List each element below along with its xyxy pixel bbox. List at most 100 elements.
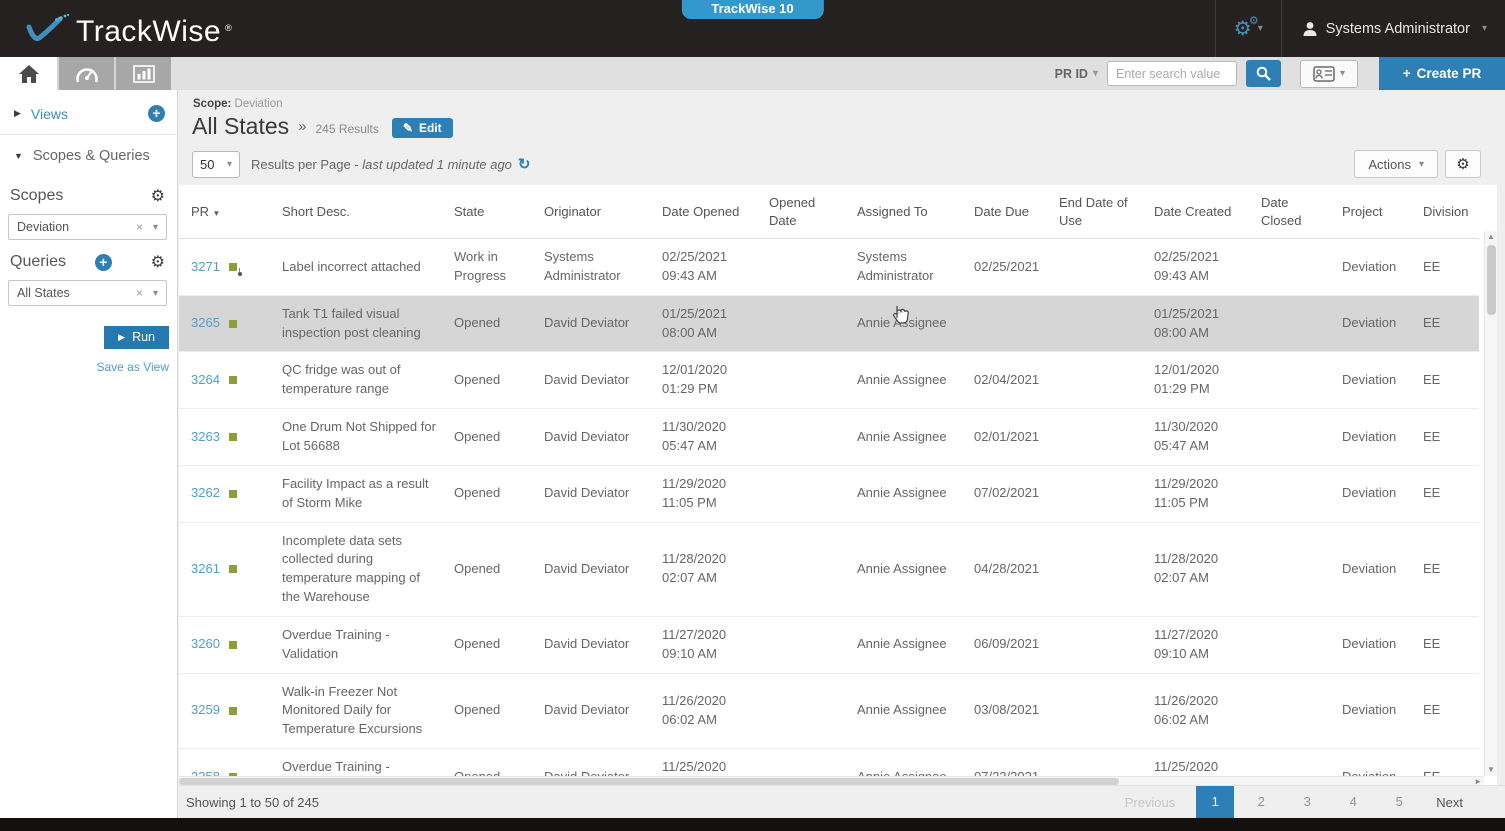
- add-view-button[interactable]: +: [148, 105, 165, 122]
- table-row[interactable]: 3259 Walk-in Freezer Not Monitored Daily…: [179, 673, 1479, 749]
- pagination-pages: 12345: [1192, 786, 1422, 818]
- create-pr-button[interactable]: + Create PR: [1379, 57, 1505, 90]
- table-row[interactable]: 3264 QC fridge was out of temperature ra…: [179, 352, 1479, 409]
- table-row[interactable]: 3265 Tank T1 failed visual inspection po…: [179, 295, 1479, 352]
- table-row[interactable]: 3260 Overdue Training - Validation Opene…: [179, 616, 1479, 673]
- column-header[interactable]: Date Closed: [1253, 185, 1334, 239]
- refresh-icon[interactable]: ↻: [518, 155, 531, 173]
- search-input[interactable]: [1107, 61, 1237, 86]
- scrollbar-thumb[interactable]: [179, 778, 1119, 785]
- cell-opened-date: [761, 239, 849, 296]
- table-row[interactable]: 3262 Facility Impact as a result of Stor…: [179, 465, 1479, 522]
- scopes-settings-icon[interactable]: ⚙: [151, 186, 165, 206]
- run-button[interactable]: ▶ Run: [104, 326, 169, 349]
- cell-end-date-of-use: [1051, 522, 1146, 616]
- cell-end-date-of-use: [1051, 673, 1146, 749]
- sidebar-section-views[interactable]: ▶ Views +: [0, 90, 177, 135]
- chevron-down-icon[interactable]: ▾: [153, 288, 158, 299]
- queries-settings-icon[interactable]: ⚙: [151, 252, 165, 272]
- sort-icon: ▾: [214, 208, 219, 218]
- pr-link[interactable]: 3260: [191, 636, 220, 651]
- table-row[interactable]: 3261 Incomplete data sets collected duri…: [179, 522, 1479, 616]
- edit-button[interactable]: ✎ Edit: [392, 118, 453, 138]
- cell-date-opened: 12/01/2020 01:29 PM: [654, 352, 761, 409]
- table-row[interactable]: 3263 One Drum Not Shipped for Lot 56688 …: [179, 409, 1479, 466]
- pr-link[interactable]: 3261: [191, 561, 220, 576]
- chevron-down-icon: ▾: [1419, 159, 1424, 170]
- cell-end-date-of-use: [1051, 295, 1146, 352]
- tab-dashboard[interactable]: [57, 57, 114, 90]
- column-header[interactable]: Division: [1415, 185, 1479, 239]
- search-button[interactable]: [1246, 60, 1281, 87]
- scopes-queries-label: Scopes & Queries: [33, 148, 150, 164]
- pr-link[interactable]: 3264: [191, 372, 220, 387]
- cell-date-due: 02/01/2021: [966, 409, 1051, 466]
- chevron-down-icon: ▾: [1482, 23, 1487, 34]
- add-query-button[interactable]: +: [95, 254, 112, 271]
- column-header[interactable]: Date Due: [966, 185, 1051, 239]
- table-row[interactable]: 3271 Label incorrect attached Work in Pr…: [179, 239, 1479, 296]
- registered-mark: ®: [225, 23, 232, 33]
- column-header[interactable]: Date Opened: [654, 185, 761, 239]
- results-per-page-text: Results per Page - last updated 1 minute…: [251, 157, 512, 172]
- scroll-up-icon[interactable]: ▲: [1485, 231, 1497, 243]
- column-header[interactable]: Short Desc.: [274, 185, 446, 239]
- scroll-right-icon[interactable]: ►: [1474, 777, 1482, 785]
- quick-view-button[interactable]: ▾: [1300, 60, 1358, 88]
- page-button[interactable]: 3: [1284, 786, 1330, 818]
- grid-settings-button[interactable]: ⚙: [1445, 150, 1481, 178]
- cell-division: EE: [1415, 352, 1479, 409]
- pr-link[interactable]: 3259: [191, 702, 220, 717]
- sidebar-section-scopes-queries[interactable]: ▼ Scopes & Queries: [0, 135, 177, 174]
- pr-link[interactable]: 3262: [191, 485, 220, 500]
- next-page-button[interactable]: Next: [1422, 795, 1477, 810]
- user-menu[interactable]: Systems Administrator ▾: [1282, 0, 1505, 57]
- cell-date-created: 11/28/2020 02:07 AM: [1146, 522, 1253, 616]
- tab-home[interactable]: [0, 57, 57, 90]
- cell-short-desc: Incomplete data sets collected during te…: [274, 522, 446, 616]
- admin-settings-menu[interactable]: ⚙⚙ ▾: [1216, 0, 1281, 57]
- column-header[interactable]: State: [446, 185, 536, 239]
- scroll-down-icon[interactable]: ▼: [1485, 764, 1497, 776]
- cell-pr: 3259: [179, 673, 274, 749]
- cell-originator: David Deviator: [536, 409, 654, 466]
- cell-date-created: 01/25/2021 08:00 AM: [1146, 295, 1253, 352]
- brand-name: TrackWise: [76, 17, 221, 47]
- search-field-selector[interactable]: PR ID ▾: [1055, 67, 1098, 81]
- scrollbar-thumb[interactable]: [1487, 245, 1496, 315]
- app-version-tab[interactable]: TrackWise 10: [681, 0, 823, 19]
- column-header[interactable]: Opened Date: [761, 185, 849, 239]
- horizontal-scrollbar[interactable]: ►: [179, 776, 1484, 785]
- clear-icon[interactable]: ×: [136, 220, 143, 234]
- title-separator: »: [298, 118, 306, 135]
- query-select[interactable]: All States × ▾: [8, 280, 167, 306]
- scope-select[interactable]: Deviation × ▾: [8, 214, 167, 240]
- cell-division: EE: [1415, 239, 1479, 296]
- table-body: 3271 Label incorrect attached Work in Pr…: [179, 239, 1479, 785]
- save-as-view-link[interactable]: Save as View: [0, 360, 169, 374]
- scope-prefix: Scope:: [193, 98, 231, 110]
- page-button[interactable]: 1: [1196, 786, 1234, 818]
- pr-link[interactable]: 3271: [191, 259, 220, 274]
- column-header[interactable]: Assigned To: [849, 185, 966, 239]
- record-status-icon: [229, 641, 237, 649]
- pr-link[interactable]: 3263: [191, 429, 220, 444]
- column-header[interactable]: End Date of Use: [1051, 185, 1146, 239]
- page-button[interactable]: 4: [1330, 786, 1376, 818]
- previous-page-button[interactable]: Previous: [1108, 795, 1193, 810]
- actions-button[interactable]: Actions ▾: [1354, 150, 1438, 178]
- cell-date-due: 06/09/2021: [966, 616, 1051, 673]
- chevron-down-icon: ▾: [1340, 68, 1345, 79]
- chevron-down-icon[interactable]: ▾: [153, 222, 158, 233]
- clear-icon[interactable]: ×: [136, 286, 143, 300]
- column-header[interactable]: Date Created: [1146, 185, 1253, 239]
- column-header[interactable]: PR▾: [179, 185, 274, 239]
- column-header[interactable]: Project: [1334, 185, 1415, 239]
- page-size-select[interactable]: 50 ▾: [192, 151, 240, 178]
- page-button[interactable]: 5: [1376, 786, 1422, 818]
- pr-link[interactable]: 3265: [191, 315, 220, 330]
- page-button[interactable]: 2: [1238, 786, 1284, 818]
- column-header[interactable]: Originator: [536, 185, 654, 239]
- tab-reports[interactable]: [114, 57, 171, 90]
- vertical-scrollbar[interactable]: ▲ ▼: [1484, 231, 1497, 776]
